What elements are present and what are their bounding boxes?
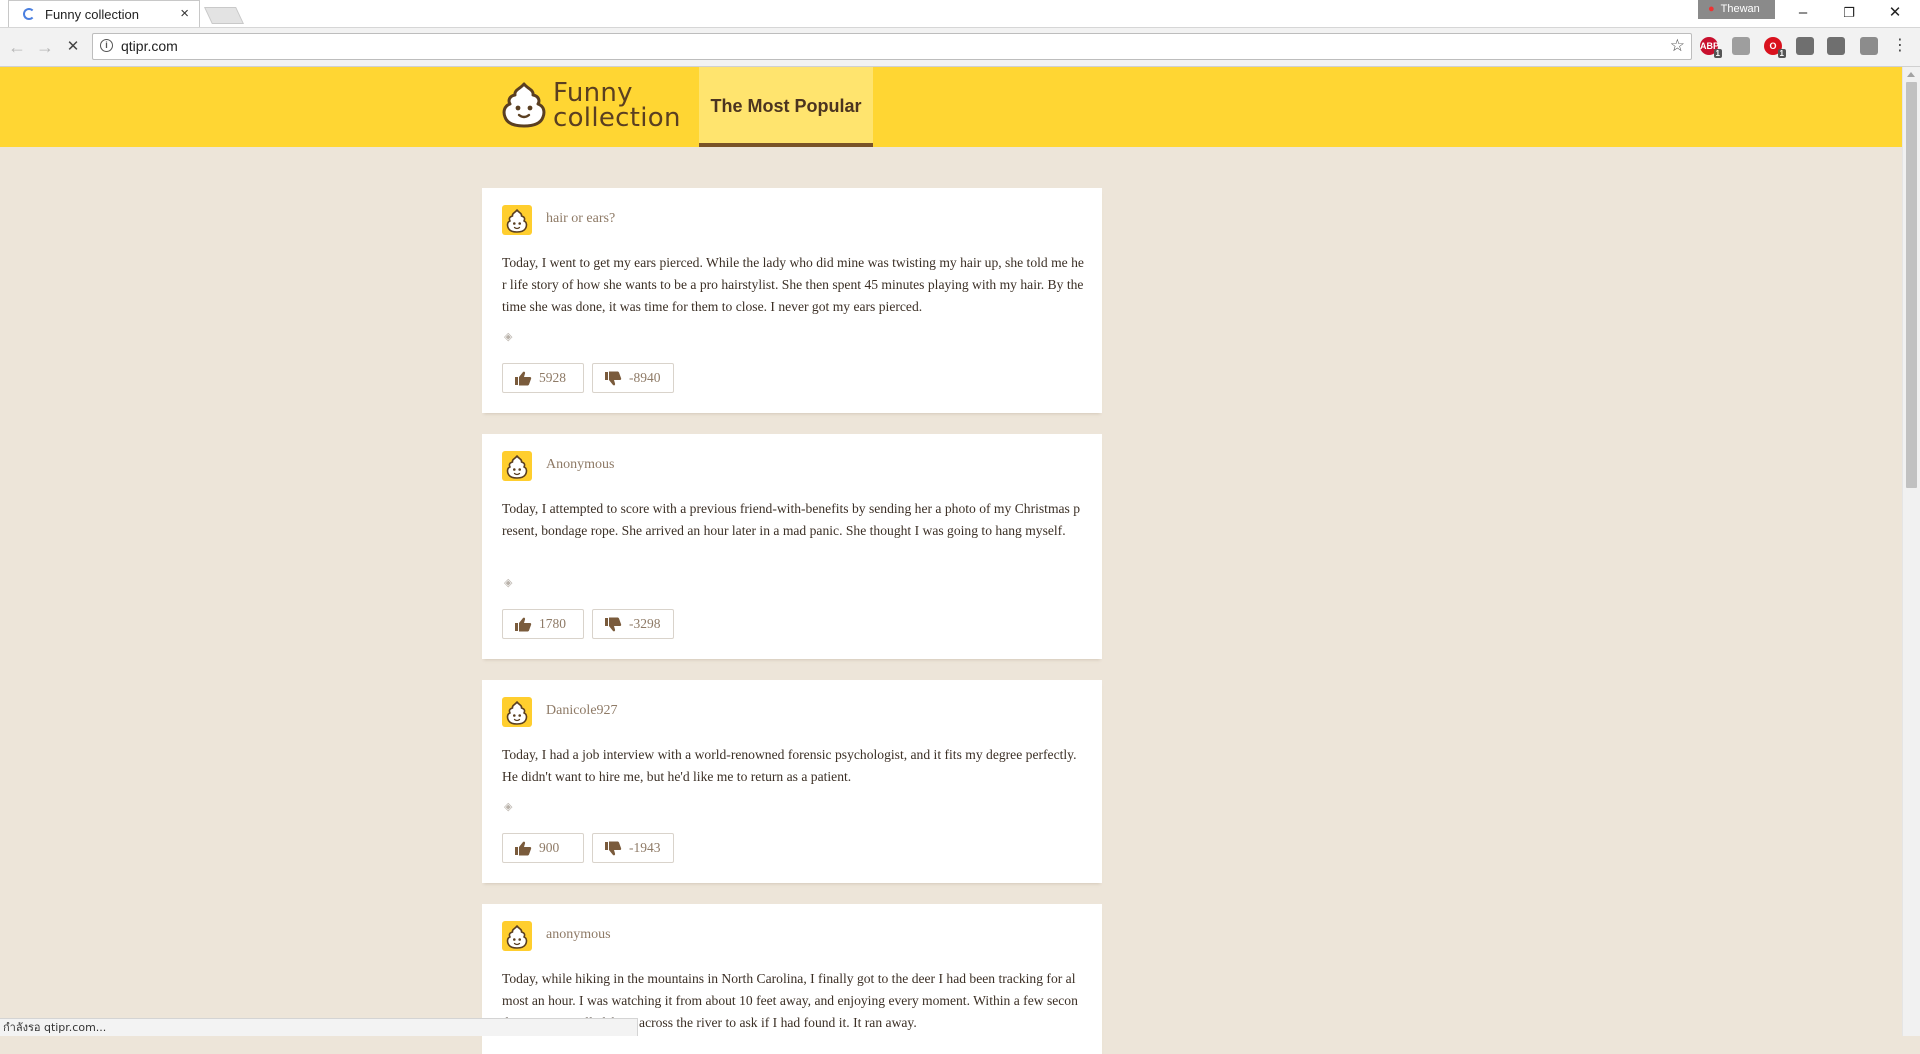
dislike-button[interactable]: -3298 <box>592 609 674 639</box>
minimize-button[interactable]: – <box>1780 0 1826 26</box>
close-window-button[interactable]: ✕ <box>1872 0 1918 26</box>
post-card: hair or ears? Today, I went to get my ear… <box>482 188 1102 413</box>
forward-button[interactable]: → <box>32 34 58 60</box>
post-author[interactable]: Anonymous <box>546 457 614 473</box>
author-avatar-icon[interactable] <box>502 697 532 727</box>
stop-loading-button[interactable]: ✕ <box>60 34 86 60</box>
like-button[interactable]: 5928 <box>502 363 584 393</box>
site-header: Funny collection The Most Popular <box>0 67 1902 147</box>
page-scrollbar[interactable] <box>1902 67 1920 1036</box>
post-text: Today, I went to get my ears pierced. Wh… <box>502 255 1084 314</box>
profile-button[interactable]: ● Thewan <box>1698 0 1775 19</box>
like-count: 900 <box>539 840 560 855</box>
extension-gray-icon[interactable] <box>1732 37 1750 55</box>
tab-title: Funny collection <box>45 7 139 22</box>
author-avatar-icon[interactable] <box>502 205 532 235</box>
opera-icon[interactable]: O1 <box>1764 37 1786 58</box>
tag-icon[interactable]: ◈ <box>504 577 514 589</box>
like-button[interactable]: 1780 <box>502 609 584 639</box>
url-input[interactable] <box>121 38 1621 54</box>
thumbs-down-icon <box>605 841 622 856</box>
post-author[interactable]: Danicole927 <box>546 703 618 719</box>
post-card: Anonymous Today, I attempted to score wit… <box>482 434 1102 659</box>
thumbs-up-icon <box>515 841 532 856</box>
post-author[interactable]: anonymous <box>546 927 611 943</box>
thumbs-up-icon <box>515 617 532 632</box>
like-count: 1780 <box>539 616 566 631</box>
address-bar[interactable]: i ☆ <box>92 33 1692 60</box>
dislike-count: -3298 <box>629 616 661 631</box>
extension-badge: 1 <box>1713 49 1722 58</box>
profile-avatar-icon: ● <box>1708 3 1715 15</box>
restore-button[interactable]: ❐ <box>1826 0 1872 26</box>
back-button[interactable]: ← <box>4 34 30 60</box>
site-logo[interactable]: Funny collection <box>500 79 686 135</box>
tag-icon[interactable]: ◈ <box>504 801 514 813</box>
dislike-count: -8940 <box>629 370 661 385</box>
poop-mascot-icon <box>502 82 546 128</box>
status-bar: กำลังรอ qtipr.com... <box>0 1018 638 1036</box>
dislike-count: -1943 <box>629 840 661 855</box>
dislike-button[interactable]: -1943 <box>592 833 674 863</box>
post-text: Today, I had a job interview with a worl… <box>502 747 1077 784</box>
thumbs-up-icon <box>515 371 532 386</box>
site-info-icon[interactable]: i <box>100 39 113 52</box>
extension-briefcase-icon[interactable] <box>1827 37 1845 55</box>
post-author[interactable]: hair or ears? <box>546 211 615 227</box>
tag-icon[interactable]: ◈ <box>504 331 514 343</box>
scroll-up-arrow-icon[interactable] <box>1907 72 1915 77</box>
browser-toolbar: ← → ✕ i ☆ ABP1 O1 ⋮ <box>0 28 1920 67</box>
logo-line-2: collection <box>553 103 681 133</box>
adblock-icon[interactable]: ABP 1 <box>1700 37 1722 58</box>
extension-cat-icon[interactable] <box>1796 37 1814 55</box>
extension-badge: 1 <box>1777 49 1786 58</box>
profile-name: Thewan <box>1720 3 1760 15</box>
author-avatar-icon[interactable] <box>502 921 532 951</box>
thumbs-down-icon <box>605 617 622 632</box>
tab-close-icon[interactable]: × <box>180 5 189 22</box>
nav-most-popular[interactable]: The Most Popular <box>699 67 873 147</box>
browser-tab-bar: Funny collection × ● Thewan – ❐ ✕ <box>0 0 1920 28</box>
scrollbar-thumb[interactable] <box>1906 82 1917 488</box>
post-card: Danicole927 Today, I had a job interview … <box>482 680 1102 883</box>
bookmark-star-icon[interactable]: ☆ <box>1670 36 1685 56</box>
extension-person-icon[interactable] <box>1860 37 1878 55</box>
new-tab-button[interactable] <box>204 7 244 24</box>
post-text: Today, I attempted to score with a previ… <box>502 501 1081 538</box>
browser-menu-icon[interactable]: ⋮ <box>1892 37 1908 57</box>
loading-spinner-icon <box>23 8 35 20</box>
like-count: 5928 <box>539 370 566 385</box>
logo-text: Funny collection <box>553 80 681 133</box>
like-button[interactable]: 900 <box>502 833 584 863</box>
dislike-button[interactable]: -8940 <box>592 363 674 393</box>
browser-tab[interactable]: Funny collection × <box>8 0 200 27</box>
author-avatar-icon[interactable] <box>502 451 532 481</box>
thumbs-down-icon <box>605 371 622 386</box>
